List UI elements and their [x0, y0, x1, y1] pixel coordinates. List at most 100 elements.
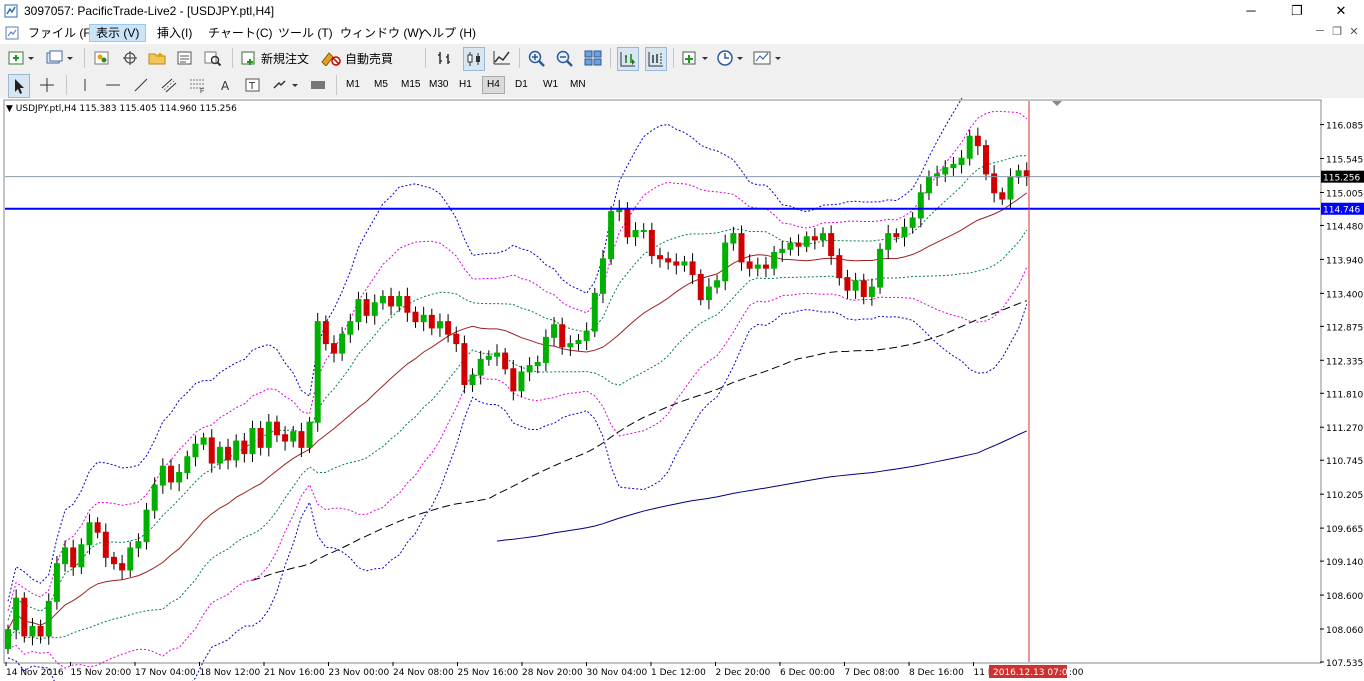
templates-button[interactable]: [753, 47, 783, 69]
candle-body: [127, 547, 134, 571]
data-window-button[interactable]: [121, 47, 139, 69]
chart-window[interactable]: 116.085 115.545 115.005 114.480 113.940 113.4…: [0, 98, 1364, 681]
x-tick-label: 25 Nov 16:00: [458, 668, 519, 678]
menu-tools[interactable]: ツール (T): [272, 24, 339, 42]
vertical-line-icon: [84, 79, 86, 91]
close-button[interactable]: ✕: [1318, 0, 1364, 22]
timeframe-d1[interactable]: D1: [511, 76, 532, 94]
channel-icon: [161, 78, 177, 93]
candle-body: [331, 343, 337, 354]
restore-button[interactable]: ❐: [1274, 0, 1320, 22]
zoom-out-button[interactable]: [555, 47, 575, 69]
candle-body: [958, 157, 965, 165]
candlestick-button[interactable]: [463, 47, 485, 71]
new-order-button[interactable]: 新規注文: [240, 47, 309, 69]
candle-body: [404, 295, 411, 313]
text-tool-button[interactable]: A: [215, 74, 235, 96]
timeframe-h1[interactable]: H1: [455, 76, 476, 94]
y-tick-label: 111.270: [1326, 424, 1363, 434]
candle-body: [681, 261, 688, 266]
trendline-icon: [134, 78, 148, 92]
candle-body: [502, 352, 509, 370]
periods-button[interactable]: [716, 47, 746, 69]
y-tick-label: 111.810: [1326, 390, 1363, 400]
new-chart-button[interactable]: [8, 47, 36, 69]
candle-body: [542, 336, 549, 363]
candle-body: [632, 229, 639, 238]
candle-body: [355, 299, 362, 323]
timeframe-h4[interactable]: H4: [482, 76, 505, 94]
navigator-button[interactable]: [148, 47, 166, 69]
auto-scroll-button[interactable]: [617, 47, 639, 71]
chart-shift-button[interactable]: [645, 47, 667, 71]
candle-body: [787, 242, 794, 250]
horizontal-line-button[interactable]: [103, 74, 123, 96]
candle-body: [689, 261, 696, 275]
trendline-button[interactable]: [131, 74, 151, 96]
collapse-arrow-icon[interactable]: ▼: [6, 104, 13, 114]
menu-view[interactable]: 表示 (V): [89, 24, 147, 42]
timeframe-m1[interactable]: M1: [342, 76, 364, 94]
rectangle-button[interactable]: [308, 74, 328, 96]
x-tick-label: 17 Nov 04:00: [135, 668, 196, 678]
document-icon[interactable]: [4, 25, 20, 41]
indicators-button[interactable]: [681, 47, 711, 69]
market-watch-button[interactable]: [93, 47, 111, 69]
y-tick-label: 113.940: [1326, 256, 1363, 266]
candle-body: [485, 355, 492, 360]
candle-body: [436, 321, 443, 329]
terminal-button[interactable]: [176, 47, 194, 69]
minimize-button[interactable]: ─: [1228, 0, 1274, 22]
strategy-tester-button[interactable]: [204, 47, 222, 69]
candle-body: [461, 343, 468, 385]
menu-help[interactable]: ヘルプ (H): [414, 24, 482, 42]
zoom-in-button[interactable]: [527, 47, 547, 69]
candle-body: [901, 226, 908, 238]
candle-body: [917, 192, 924, 219]
x-tick-label: 18 Nov 12:00: [200, 668, 261, 678]
magnifier-chart-icon: [204, 51, 222, 66]
rectangle-icon: [311, 81, 325, 89]
candle-body: [534, 361, 541, 367]
candle-body: [273, 421, 280, 436]
candle-body: [94, 522, 101, 533]
indicators-icon: [682, 51, 708, 65]
line-chart-button[interactable]: [492, 47, 512, 69]
vertical-line-button[interactable]: [75, 74, 95, 96]
market-watch-icon: [94, 51, 109, 65]
tile-windows-button[interactable]: [583, 47, 603, 69]
bar-chart-button[interactable]: [435, 47, 455, 69]
candle-body: [225, 446, 232, 461]
svg-text:T: T: [248, 81, 256, 92]
candle-body: [811, 236, 818, 241]
timeframe-m5[interactable]: M5: [370, 76, 392, 94]
candle-body: [657, 255, 663, 260]
arrows-button[interactable]: [271, 74, 301, 96]
fibonacci-button[interactable]: F: [187, 74, 207, 96]
candle-body: [241, 440, 248, 455]
drawing-toolbar: F A T M1 M5 M15 M30 H1 H4 D1 W1 MN: [0, 72, 1364, 99]
auto-trading-button[interactable]: 自動売買: [320, 47, 393, 69]
timeframe-mn[interactable]: MN: [566, 76, 590, 94]
candle-body: [208, 437, 215, 464]
templates-icon: [753, 51, 781, 65]
price-chart[interactable]: 116.085 115.545 115.005 114.480 113.940 113.4…: [0, 98, 1364, 681]
arrows-icon: [273, 80, 298, 89]
cursor-button[interactable]: [8, 74, 30, 98]
timeframe-m15[interactable]: M15: [397, 76, 424, 94]
candle-body: [648, 229, 655, 257]
text-label-button[interactable]: T: [243, 74, 263, 96]
candle-body: [379, 295, 386, 304]
equidistant-channel-button[interactable]: [159, 74, 179, 96]
menu-insert[interactable]: 挿入(I): [151, 24, 198, 42]
candle-body: [62, 547, 69, 565]
candle-body: [102, 531, 109, 558]
timeframe-w1[interactable]: W1: [539, 76, 562, 94]
timeframe-m30[interactable]: M30: [425, 76, 452, 94]
candle-body: [200, 437, 207, 445]
candle-body: [453, 333, 460, 345]
menu-chart[interactable]: チャート(C): [202, 24, 279, 42]
profiles-button[interactable]: [46, 47, 74, 69]
mdi-close-button[interactable]: ✕: [1344, 25, 1364, 38]
crosshair-button[interactable]: [37, 74, 57, 96]
